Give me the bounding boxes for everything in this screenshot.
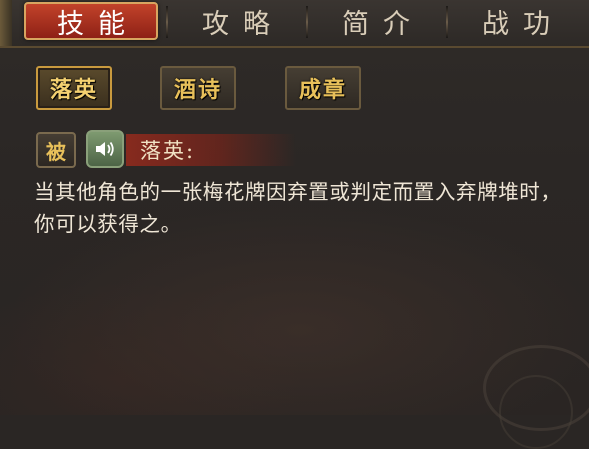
tab-guide[interactable]: 攻略 (172, 2, 300, 40)
tab-divider (446, 6, 448, 38)
skill-button-chengzhang[interactable]: 成章 (285, 66, 361, 110)
corner-ornament-inner (499, 375, 573, 449)
tab-bar-frame (0, 0, 12, 46)
tab-bar: 技能 攻略 简介 战功 (0, 0, 589, 48)
speaker-icon (96, 141, 114, 157)
skill-name: 落英: (140, 139, 196, 163)
passive-skill-tag: 被 (36, 132, 76, 168)
skill-panel: 技能 攻略 简介 战功 落英 酒诗 成章 被 落英: 当其他角色的一张梅花牌因弃… (0, 0, 589, 449)
voice-play-button[interactable] (86, 130, 124, 168)
tab-divider (166, 6, 168, 38)
tab-skills[interactable]: 技能 (24, 2, 158, 40)
skill-button-luoying[interactable]: 落英 (36, 66, 112, 110)
skill-description: 当其他角色的一张梅花牌因弃置或判定而置入弃牌堆时，你可以获得之。 (34, 180, 562, 236)
tab-divider (306, 6, 308, 38)
skill-button-jiushi[interactable]: 酒诗 (160, 66, 236, 110)
tab-intro[interactable]: 简介 (312, 2, 440, 40)
tab-achievements[interactable]: 战功 (452, 2, 580, 40)
